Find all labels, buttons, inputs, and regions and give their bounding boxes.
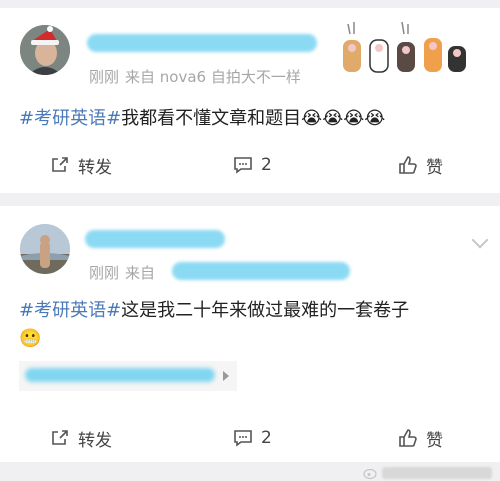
repost-icon — [52, 430, 68, 445]
weibo-logo-icon — [363, 468, 377, 479]
chevron-right-icon — [223, 371, 229, 381]
repost-label: 转发 — [78, 157, 112, 178]
post-card: 刚刚 来自 nova6 自拍大不一样 #考研英语#我都看不懂文章和题目😭😭😭😭 转… — [0, 8, 500, 193]
post-time: 刚刚 — [89, 68, 120, 86]
post-text: #考研英语#我都看不懂文章和题目😭😭😭😭 — [19, 104, 385, 130]
post-source[interactable]: 来自 — [125, 264, 155, 282]
thumbs-up-icon — [399, 156, 417, 174]
comment-icon — [234, 430, 252, 447]
topic-tag[interactable]: #考研英语# — [19, 300, 121, 321]
post-source[interactable]: 来自 nova6 自拍大不一样 — [125, 68, 301, 86]
like-button[interactable]: 赞 — [398, 420, 443, 456]
post-meta: 刚刚 来自 — [89, 262, 161, 283]
repost-button[interactable]: 转发 — [50, 420, 112, 456]
action-bar: 转发 2 赞 — [0, 147, 500, 183]
username-redacted[interactable] — [87, 34, 317, 52]
action-bar: 转发 2 赞 — [0, 420, 500, 456]
comment-count: 2 — [261, 428, 272, 448]
watermark — [363, 467, 492, 479]
username-redacted[interactable] — [85, 230, 225, 248]
comment-icon — [234, 157, 252, 174]
post-card: 刚刚 来自 #考研英语#这是我二十年来做过最难的一套卷子 😬 转发 2 赞 — [0, 206, 500, 462]
watermark-redacted — [382, 467, 492, 479]
source-redacted — [172, 262, 350, 280]
like-button[interactable]: 赞 — [398, 147, 443, 183]
topic-tag[interactable]: #考研英语# — [19, 108, 121, 129]
link-card[interactable] — [19, 361, 237, 391]
comment-count: 2 — [261, 155, 272, 175]
link-redacted — [25, 368, 215, 382]
post-text: #考研英语#这是我二十年来做过最难的一套卷子 — [19, 296, 409, 322]
post-body: 我都看不懂文章和题目😭😭😭😭 — [121, 108, 386, 129]
paw-stickers-decoration — [343, 21, 466, 73]
post-emoji: 😬 — [19, 328, 42, 349]
repost-button[interactable]: 转发 — [50, 147, 112, 183]
repost-icon — [52, 157, 68, 172]
like-label: 赞 — [426, 430, 443, 451]
repost-label: 转发 — [78, 430, 112, 451]
chevron-down-icon[interactable] — [471, 231, 489, 249]
thumbs-up-icon — [399, 429, 417, 447]
avatar[interactable] — [20, 25, 70, 75]
comment-button[interactable]: 2 — [233, 147, 272, 183]
like-label: 赞 — [426, 157, 443, 178]
comment-button[interactable]: 2 — [233, 420, 272, 456]
post-body: 这是我二十年来做过最难的一套卷子 — [121, 300, 410, 321]
avatar[interactable] — [20, 224, 70, 274]
post-time: 刚刚 — [89, 264, 120, 282]
post-meta: 刚刚 来自 nova6 自拍大不一样 — [89, 66, 307, 87]
